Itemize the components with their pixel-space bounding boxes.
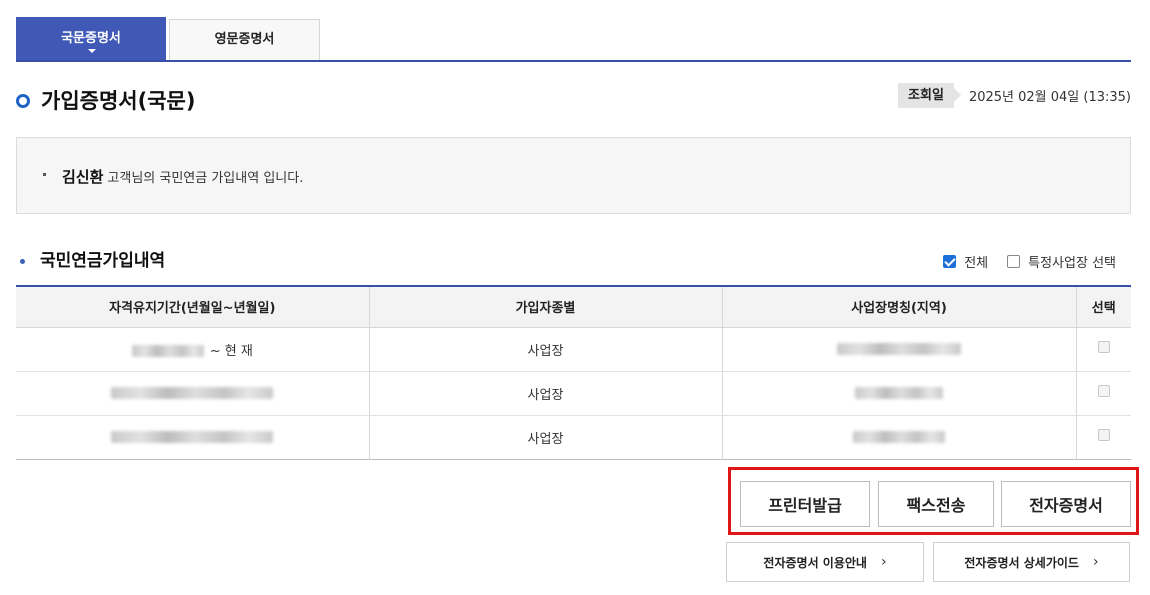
subscriber-type-cell: 사업장: [369, 371, 723, 416]
workplace-cell: [722, 327, 1077, 372]
period-current-label: ~ 현 재: [209, 343, 253, 359]
chevron-right-icon: ›: [880, 554, 887, 570]
column-header-period: 자격유지기간(년월일~년월일): [16, 286, 370, 328]
tab-label: 영문증명서: [214, 32, 275, 47]
table-row: ~ 현 재 사업장: [16, 327, 1131, 372]
period-cell: [16, 371, 370, 416]
guide-label: 전자증명서 이용안내: [763, 555, 867, 570]
workplace-filters: 전체 특정사업장 선택: [943, 252, 1116, 271]
select-cell: [1076, 415, 1131, 459]
dot-bullet-icon: [20, 259, 25, 264]
customer-info-box: 김신환 고객님의 국민연금 가입내역 입니다.: [16, 137, 1131, 214]
page-title: 가입증명서(국문): [41, 89, 196, 113]
certificate-tabs: 국문증명서 영문증명서: [16, 17, 1131, 62]
table-row: 사업장: [16, 371, 1131, 416]
fax-send-button[interactable]: 팩스전송: [878, 481, 994, 527]
tab-english-certificate[interactable]: 영문증명서: [169, 19, 320, 60]
lookup-date-value: 2025년 02월 04일 (13:35): [968, 90, 1131, 105]
specific-workplace-label[interactable]: 특정사업장 선택: [1028, 252, 1116, 271]
printer-issue-button[interactable]: 프린터발급: [740, 481, 870, 527]
section-title: 국민연금가입내역: [40, 251, 166, 271]
period-cell: ~ 현 재: [16, 327, 370, 372]
e-certificate-usage-guide-button[interactable]: 전자증명서 이용안내 ›: [726, 542, 924, 582]
lookup-date-info: 조회일 2025년 02월 04일 (13:35): [898, 83, 1131, 108]
column-header-workplace: 사업장명칭(지역): [722, 286, 1077, 328]
row-select-checkbox[interactable]: [1097, 341, 1110, 353]
period-cell: [16, 415, 370, 459]
tab-label: 국문증명서: [61, 31, 121, 46]
e-certificate-button[interactable]: 전자증명서: [1001, 481, 1131, 527]
redacted-workplace: [837, 343, 961, 355]
table-header-row: 자격유지기간(년월일~년월일) 가입자종별 사업장명칭(지역) 선택: [16, 286, 1131, 328]
guide-label: 전자증명서 상세가이드: [964, 555, 1079, 570]
column-header-type: 가입자종별: [369, 286, 723, 328]
caret-down-icon: [88, 49, 96, 53]
all-checkbox-label[interactable]: 전체: [964, 252, 988, 271]
redacted-period: [131, 345, 204, 357]
lookup-date-label: 조회일: [898, 83, 961, 108]
tab-korean-certificate[interactable]: 국문증명서: [16, 17, 166, 60]
redacted-period: [111, 431, 274, 443]
e-certificate-detail-guide-button[interactable]: 전자증명서 상세가이드 ›: [933, 542, 1130, 582]
workplace-cell: [722, 371, 1077, 416]
subscriber-type-cell: 사업장: [369, 415, 723, 459]
chevron-right-icon: ›: [1092, 554, 1099, 570]
column-header-select: 선택: [1076, 286, 1131, 328]
redacted-workplace: [855, 387, 943, 399]
circle-bullet-icon: [16, 94, 30, 108]
customer-name: 김신환: [62, 168, 104, 186]
select-cell: [1076, 371, 1131, 416]
customer-info-message: 고객님의 국민연금 가입내역 입니다.: [107, 171, 304, 186]
specific-workplace-checkbox[interactable]: [1007, 255, 1021, 268]
row-select-checkbox[interactable]: [1097, 385, 1110, 397]
table-row: 사업장: [16, 415, 1131, 459]
all-checkbox[interactable]: [943, 255, 957, 268]
redacted-workplace: [853, 431, 945, 443]
enrollment-history-table: 자격유지기간(년월일~년월일) 가입자종별 사업장명칭(지역) 선택 ~ 현 재…: [16, 285, 1131, 460]
row-select-checkbox[interactable]: [1097, 429, 1110, 441]
square-bullet-icon: [43, 173, 46, 176]
redacted-period: [111, 387, 274, 399]
subscriber-type-cell: 사업장: [369, 327, 723, 372]
select-cell: [1076, 327, 1131, 372]
workplace-cell: [722, 415, 1077, 459]
customer-info-text: 김신환 고객님의 국민연금 가입내역 입니다.: [62, 166, 303, 187]
